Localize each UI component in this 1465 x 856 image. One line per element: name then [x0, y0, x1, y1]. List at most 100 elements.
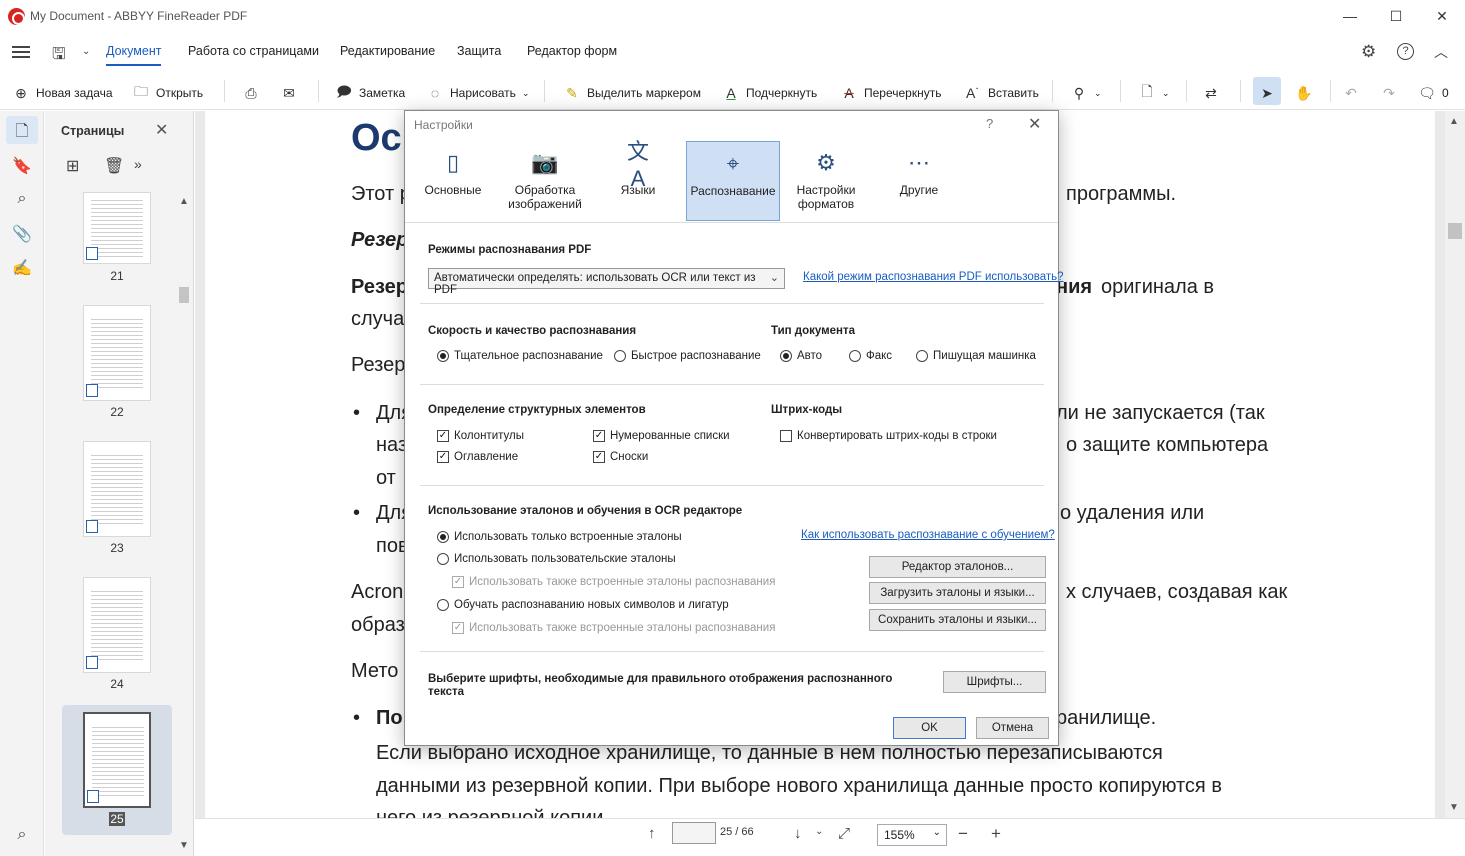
radio-fax[interactable]: Факс: [849, 350, 892, 362]
dialog-help-button[interactable]: ?: [986, 116, 993, 131]
more-panel-icon[interactable]: »: [134, 156, 142, 172]
tab-general[interactable]: ▯ Основные: [408, 141, 498, 221]
open-button[interactable]: 🗀 Открыть: [132, 83, 203, 102]
tab-format-settings[interactable]: ⚙ Настройки форматов: [781, 141, 871, 221]
insert-text-button[interactable]: A˙ Вставить: [964, 84, 1039, 102]
comments-button[interactable]: 🗨 0: [1418, 84, 1449, 102]
divider: [420, 303, 1044, 304]
redo-icon: ↷: [1383, 84, 1395, 101]
minimize-button[interactable]: —: [1327, 0, 1373, 32]
page-thumbnail-21[interactable]: [83, 192, 151, 264]
menu-protection[interactable]: Защита: [457, 44, 501, 58]
pdf-mode-help-link[interactable]: Какой режим распознавания PDF использова…: [803, 271, 1064, 283]
search-icon[interactable]: ⌕: [12, 190, 32, 210]
underline-button[interactable]: A Подчеркнуть: [722, 84, 817, 102]
menu-form-editor[interactable]: Редактор форм: [527, 44, 617, 58]
page-thumbnail-22[interactable]: [83, 305, 151, 401]
search-document-button[interactable]: 🗋 ⌄: [1138, 83, 1169, 102]
page-number-input[interactable]: 25 / 66: [720, 826, 770, 844]
doc-text-line: ли не запускается (так: [1056, 402, 1265, 424]
tab-image-processing[interactable]: 📷 Обработка изображений: [500, 141, 590, 221]
document-scrollbar-thumb[interactable]: [1448, 223, 1462, 239]
training-help-link[interactable]: Как использовать распознавание с обучени…: [801, 529, 1055, 541]
zoom-in-icon[interactable]: +: [991, 824, 1001, 844]
next-page-icon[interactable]: ↓: [794, 825, 802, 842]
signature-icon[interactable]: ✍: [12, 258, 32, 278]
undo-button[interactable]: ↶: [1342, 84, 1360, 102]
ocr-status-icon[interactable]: ⌕: [12, 826, 32, 846]
tab-other[interactable]: ⋯ Другие: [874, 141, 964, 221]
stamp-button[interactable]: ⚲ ⌄: [1070, 84, 1102, 102]
pdf-mode-select[interactable]: Автоматически определять: использовать O…: [428, 268, 785, 296]
fit-page-icon[interactable]: ⤢: [838, 825, 850, 842]
radio-builtin-patterns[interactable]: Использовать только встроенные эталоны: [437, 531, 682, 543]
page-thumbnail-24[interactable]: [83, 577, 151, 673]
fonts-button[interactable]: Шрифты...: [943, 671, 1046, 693]
collapse-ribbon-icon[interactable]: ︿: [1434, 42, 1448, 62]
pages-panel-icon[interactable]: 🗋: [12, 120, 32, 140]
radio-fast[interactable]: Быстрое распознавание: [614, 350, 761, 362]
radio-user-patterns-label: Использовать пользовательские эталоны: [454, 553, 676, 565]
email-button[interactable]: ✉: [280, 84, 298, 102]
print-button[interactable]: ⎙: [242, 84, 260, 102]
doc-scroll-up-icon[interactable]: ▲: [1449, 116, 1459, 127]
checkbox-also-builtin-1[interactable]: ✓ Использовать также встроенные эталоны …: [452, 576, 775, 588]
tab-languages[interactable]: 文A Языки: [593, 139, 683, 221]
radio-typewriter[interactable]: Пишущая машинка: [916, 350, 1036, 362]
checkbox-footnotes[interactable]: ✓ Сноски: [593, 451, 648, 463]
delete-page-icon[interactable]: 🗑: [104, 156, 124, 176]
checkbox-numbered-lists[interactable]: ✓ Нумерованные списки: [593, 430, 730, 442]
doc-scroll-down-icon[interactable]: ▼: [1449, 802, 1459, 813]
save-dropdown-chevron-icon[interactable]: ⌄: [82, 46, 90, 57]
redo-button[interactable]: ↷: [1380, 84, 1398, 102]
radio-thorough[interactable]: Тщательное распознавание: [437, 350, 603, 362]
menu-pages[interactable]: Работа со страницами: [188, 44, 319, 58]
document-scrollbar[interactable]: [1445, 111, 1465, 818]
menu-document[interactable]: Документ: [106, 44, 161, 58]
load-patterns-button[interactable]: Загрузить эталоны и языки...: [869, 582, 1046, 604]
attachment-icon[interactable]: 📎: [12, 224, 32, 244]
hand-tool-button[interactable]: ✋: [1295, 84, 1313, 102]
checkbox-numbered-lists-label: Нумерованные списки: [610, 430, 730, 442]
close-panel-icon[interactable]: ✕: [155, 120, 168, 140]
checkbox-toc[interactable]: ✓ Оглавление: [437, 451, 518, 463]
page-thumbnail-23[interactable]: [83, 441, 151, 537]
previous-page-icon[interactable]: ↑: [648, 825, 656, 842]
hamburger-menu-icon[interactable]: [12, 46, 30, 58]
radio-user-patterns[interactable]: Использовать пользовательские эталоны: [437, 553, 676, 565]
checkbox-also-builtin-2[interactable]: ✓ Использовать также встроенные эталоны …: [452, 622, 775, 634]
page-dropdown-chevron-icon[interactable]: ⌄: [815, 826, 823, 837]
radio-train-new-chars[interactable]: Обучать распознаванию новых символов и л…: [437, 599, 729, 611]
dialog-close-button[interactable]: ✕: [1028, 114, 1041, 134]
menu-editing[interactable]: Редактирование: [340, 44, 435, 58]
page-number-21: 21: [110, 269, 124, 283]
strikeout-button[interactable]: A Перечеркнуть: [840, 84, 941, 102]
page-thumbnail-25[interactable]: [83, 712, 151, 808]
bookmark-icon[interactable]: 🔖: [12, 156, 32, 176]
panel-scrollbar-thumb[interactable]: [179, 287, 189, 303]
settings-gear-icon[interactable]: ⚙: [1361, 42, 1376, 62]
checkbox-barcodes[interactable]: Конвертировать штрих-коды в строки: [780, 430, 997, 442]
new-task-button[interactable]: ⊕ Новая задача: [12, 84, 112, 102]
save-icon[interactable]: 🖫: [52, 43, 66, 70]
help-icon[interactable]: ?: [1397, 43, 1414, 60]
close-window-button[interactable]: ✕: [1419, 0, 1465, 32]
checkbox-headers-footers[interactable]: ✓ Колонтитулы: [437, 430, 524, 442]
zoom-out-icon[interactable]: −: [958, 824, 968, 844]
draw-button[interactable]: ◌ Нарисовать ⌄: [426, 84, 530, 102]
save-patterns-button[interactable]: Сохранить эталоны и языки...: [869, 609, 1046, 631]
maximize-button[interactable]: ☐: [1373, 0, 1419, 32]
cancel-button[interactable]: Отмена: [976, 717, 1049, 739]
add-page-icon[interactable]: ⊞: [66, 156, 79, 176]
pattern-editor-button[interactable]: Редактор эталонов...: [869, 556, 1046, 578]
panel-scroll-down-icon[interactable]: ▼: [179, 840, 189, 851]
ok-button[interactable]: OK: [893, 717, 966, 739]
radio-auto[interactable]: Авто: [780, 350, 822, 362]
export-button[interactable]: ⇄: [1202, 84, 1220, 102]
tab-recognition[interactable]: ⌖ Распознавание: [686, 141, 780, 221]
zoom-select[interactable]: 155% ⌄: [877, 824, 947, 846]
note-button[interactable]: 🗩 Заметка: [335, 83, 405, 102]
highlight-button[interactable]: ✎ Выделить маркером: [563, 84, 701, 102]
select-tool-button[interactable]: ➤: [1258, 84, 1276, 102]
panel-scroll-up-icon[interactable]: ▲: [179, 196, 189, 207]
